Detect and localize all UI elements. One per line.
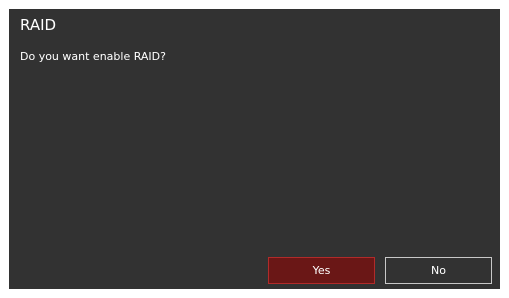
dialog-message: Do you want enable RAID? bbox=[20, 50, 166, 63]
dialog-title: RAID bbox=[20, 16, 57, 34]
no-button[interactable]: No bbox=[385, 257, 492, 284]
yes-button[interactable]: Yes bbox=[268, 257, 375, 284]
raid-dialog: RAID Do you want enable RAID? bbox=[9, 9, 500, 289]
